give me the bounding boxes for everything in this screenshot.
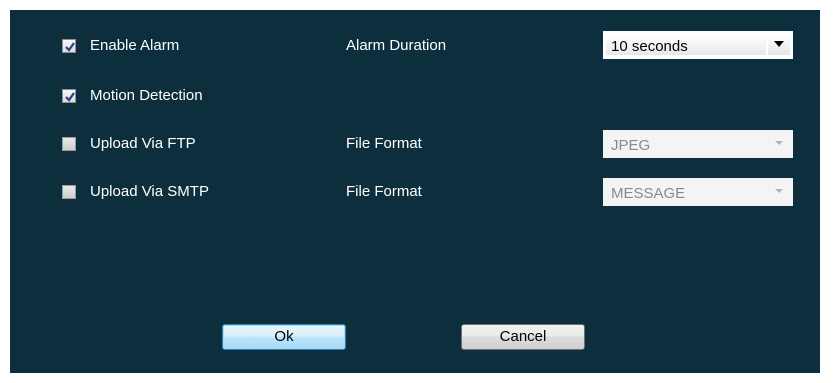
alarm-duration-select[interactable]: 10 seconds [603,31,793,59]
check-mark-icon [65,92,75,102]
upload-ftp-label: Upload Via FTP [90,135,196,152]
upload-ftp-checkbox[interactable] [62,137,76,151]
enable-alarm-checkbox[interactable] [62,39,76,53]
ftp-file-format-value: JPEG [611,137,651,154]
upload-smtp-checkbox[interactable] [62,185,76,199]
upload-smtp-label: Upload Via SMTP [90,183,209,200]
ftp-file-format-label: File Format [346,135,422,152]
cancel-button[interactable]: Cancel [461,324,585,350]
chevron-down-icon [774,41,784,47]
motion-detection-row: Motion Detection [10,84,820,108]
motion-detection-label: Motion Detection [90,87,203,104]
ftp-file-format-dropdown-button[interactable] [768,134,790,154]
alarm-duration-label: Alarm Duration [346,37,447,54]
motion-detection-checkbox[interactable] [62,89,76,103]
chevron-down-icon [775,189,783,193]
smtp-file-format-label: File Format [346,183,422,200]
smtp-file-format-value: MESSAGE [611,185,686,202]
chevron-down-icon [775,141,783,145]
alarm-duration-value: 10 seconds [611,38,688,55]
smtp-file-format-select[interactable]: MESSAGE [603,178,793,206]
alarm-settings-panel: Enable Alarm Alarm Duration 10 seconds M… [10,10,820,373]
ftp-file-format-select[interactable]: JPEG [603,130,793,158]
alarm-duration-dropdown-button[interactable] [768,35,790,55]
check-mark-icon [65,42,75,52]
enable-alarm-label: Enable Alarm [90,37,180,54]
smtp-file-format-dropdown-button[interactable] [768,182,790,202]
ok-button[interactable]: Ok [222,324,346,350]
